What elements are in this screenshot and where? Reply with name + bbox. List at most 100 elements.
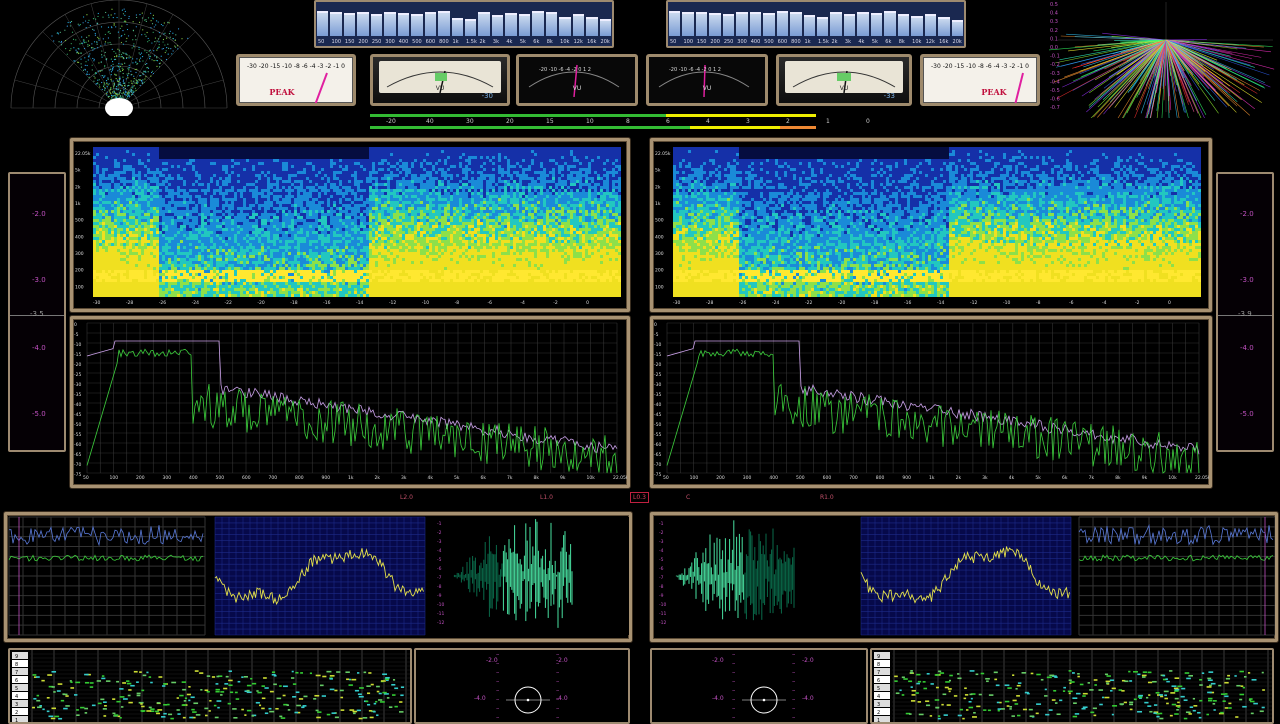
fft-y-label: -75: [654, 472, 661, 478]
spectrogram-x-label: -30: [93, 300, 100, 306]
side-scale-label: -5.0: [32, 410, 46, 418]
eq-freq-label: 3k: [845, 39, 851, 45]
spectrogram-y-label: 22.05k: [655, 151, 671, 157]
eq-bar: [736, 12, 747, 36]
eq-freq-label: 50: [670, 39, 676, 45]
fft-y-label: -40: [654, 402, 661, 408]
fft-x-label: 10k: [1168, 475, 1177, 481]
spectrogram-y-label: 22.05k: [75, 151, 91, 157]
eq-bar: [682, 12, 693, 36]
spectrogram-y-label: 1k: [655, 201, 661, 207]
side-scale-label: -4.0: [32, 344, 46, 352]
fft-y-label: -5: [654, 332, 659, 338]
eq-bar: [777, 11, 788, 36]
fft-x-label: 1k: [929, 475, 935, 481]
eq-bar: [709, 13, 720, 36]
eq-bar: [804, 15, 815, 36]
eq-freq-label: 16k: [939, 39, 948, 45]
fft-y-label: -35: [74, 392, 81, 398]
eq-bar: [425, 12, 436, 36]
eq-freq-label: 400: [399, 39, 409, 45]
eq-bar: [317, 11, 328, 36]
spectrogram-y-label: 300: [75, 251, 84, 257]
eq-bar: [371, 14, 382, 36]
spectrogram-x-label: -14: [937, 300, 944, 306]
svg-text:0.5: 0.5: [1050, 2, 1058, 8]
eq-freq-label: 250: [724, 39, 734, 45]
eq-bar: [790, 12, 801, 36]
eq-freq-label: 100: [331, 39, 341, 45]
spectrogram-x-label: -2: [1135, 300, 1140, 306]
level-bars: -2040302015108643210: [366, 112, 886, 132]
eq-freq-label: 10k: [560, 39, 569, 45]
eq-panel-right: 501001502002503004005006008001k1.5k2k3k4…: [666, 0, 966, 48]
fft-x-label: 800: [295, 475, 304, 481]
balance-meter: L2.0 L1.0 L0.3 C R1.0: [360, 492, 840, 506]
eq-bar: [452, 18, 463, 37]
spectrogram-x-label: -28: [706, 300, 713, 306]
eq-freq-label: 20k: [601, 39, 610, 45]
spectrogram-y-label: 100: [75, 284, 84, 290]
eq-freq-label: 1.5k: [466, 39, 477, 45]
fft-x-label: 600: [823, 475, 832, 481]
fft-x-label: 900: [902, 475, 911, 481]
fft-x-label: 700: [269, 475, 278, 481]
eq-freq-label: 2k: [479, 39, 485, 45]
side-scale-label: -5.0: [1240, 410, 1254, 418]
spectrogram-x-label: -16: [904, 300, 911, 306]
spectrogram-x-label: 0: [1168, 300, 1171, 306]
fft-x-label: 400: [189, 475, 198, 481]
spectrogram-x-label: -14: [356, 300, 363, 306]
vu-meter-2: -20 -10 -6 -4 -2 0 1 2 VU: [516, 54, 638, 106]
eq-bar: [750, 12, 761, 36]
eq-freq-label: 8k: [899, 39, 905, 45]
svg-text:-0.6: -0.6: [1050, 97, 1060, 103]
level-scale-label: -20: [386, 118, 396, 125]
spectrogram-y-label: 500: [655, 218, 664, 224]
fft-y-label: -65: [74, 452, 81, 458]
spectrogram-y-label: 100: [655, 284, 664, 290]
eq-bar: [411, 14, 422, 36]
eq-freq-label: 800: [439, 39, 449, 45]
fft-y-label: -45: [654, 412, 661, 418]
vu-meter-1: VU -30: [370, 54, 510, 106]
eq-freq-label: 600: [426, 39, 436, 45]
eq-freq-label: 800: [791, 39, 801, 45]
fft-x-label: 300: [743, 475, 752, 481]
level-scale-label: 10: [586, 118, 594, 125]
fft-y-label: -10: [654, 342, 661, 348]
balance-l2: L2.0: [400, 494, 413, 501]
eq-freq-label: 6k: [533, 39, 539, 45]
fft-x-label: 7k: [1089, 475, 1095, 481]
eq-freq-label: 12k: [574, 39, 583, 45]
eq-freq-label: 500: [764, 39, 774, 45]
fft-y-label: -60: [654, 442, 661, 448]
eq-bar: [925, 14, 936, 36]
spectrogram-x-label: -16: [323, 300, 330, 306]
eq-freq-label: 500: [412, 39, 422, 45]
fft-y-label: -15: [74, 352, 81, 358]
fft-x-label: 10k: [587, 475, 596, 481]
side-scale-right: -2.0-3.0-3.9-4.0-5.0: [1216, 172, 1274, 452]
fft-y-label: -15: [654, 352, 661, 358]
spectrogram-x-label: -4: [1102, 300, 1107, 306]
level-scale-label: 40: [426, 118, 434, 125]
level-scale-label: 3: [746, 118, 750, 125]
spectrogram-x-label: -24: [192, 300, 199, 306]
svg-text:0.2: 0.2: [1050, 28, 1058, 34]
fft-x-label: 500: [216, 475, 225, 481]
spectrogram-x-label: -4: [520, 300, 525, 306]
eq-freq-label: 300: [385, 39, 395, 45]
spectrogram-x-label: -28: [126, 300, 133, 306]
spectrogram-left: 22.05k5k2k1k500400300200100-30-28-26-24-…: [70, 138, 630, 312]
eq-freq-label: 250: [372, 39, 382, 45]
eq-bar: [532, 11, 543, 36]
balance-r1: R1.0: [820, 494, 834, 501]
spectrum-analyzer-left: 0-5-10-15-20-25-30-35-40-45-50-55-60-65-…: [70, 316, 630, 488]
spectrogram-x-label: -10: [422, 300, 429, 306]
eq-freq-label: 400: [751, 39, 761, 45]
spectrogram-x-label: -20: [257, 300, 264, 306]
eq-bar: [465, 19, 476, 36]
level-scale-label: 20: [506, 118, 514, 125]
fft-x-label: 4k: [1009, 475, 1015, 481]
